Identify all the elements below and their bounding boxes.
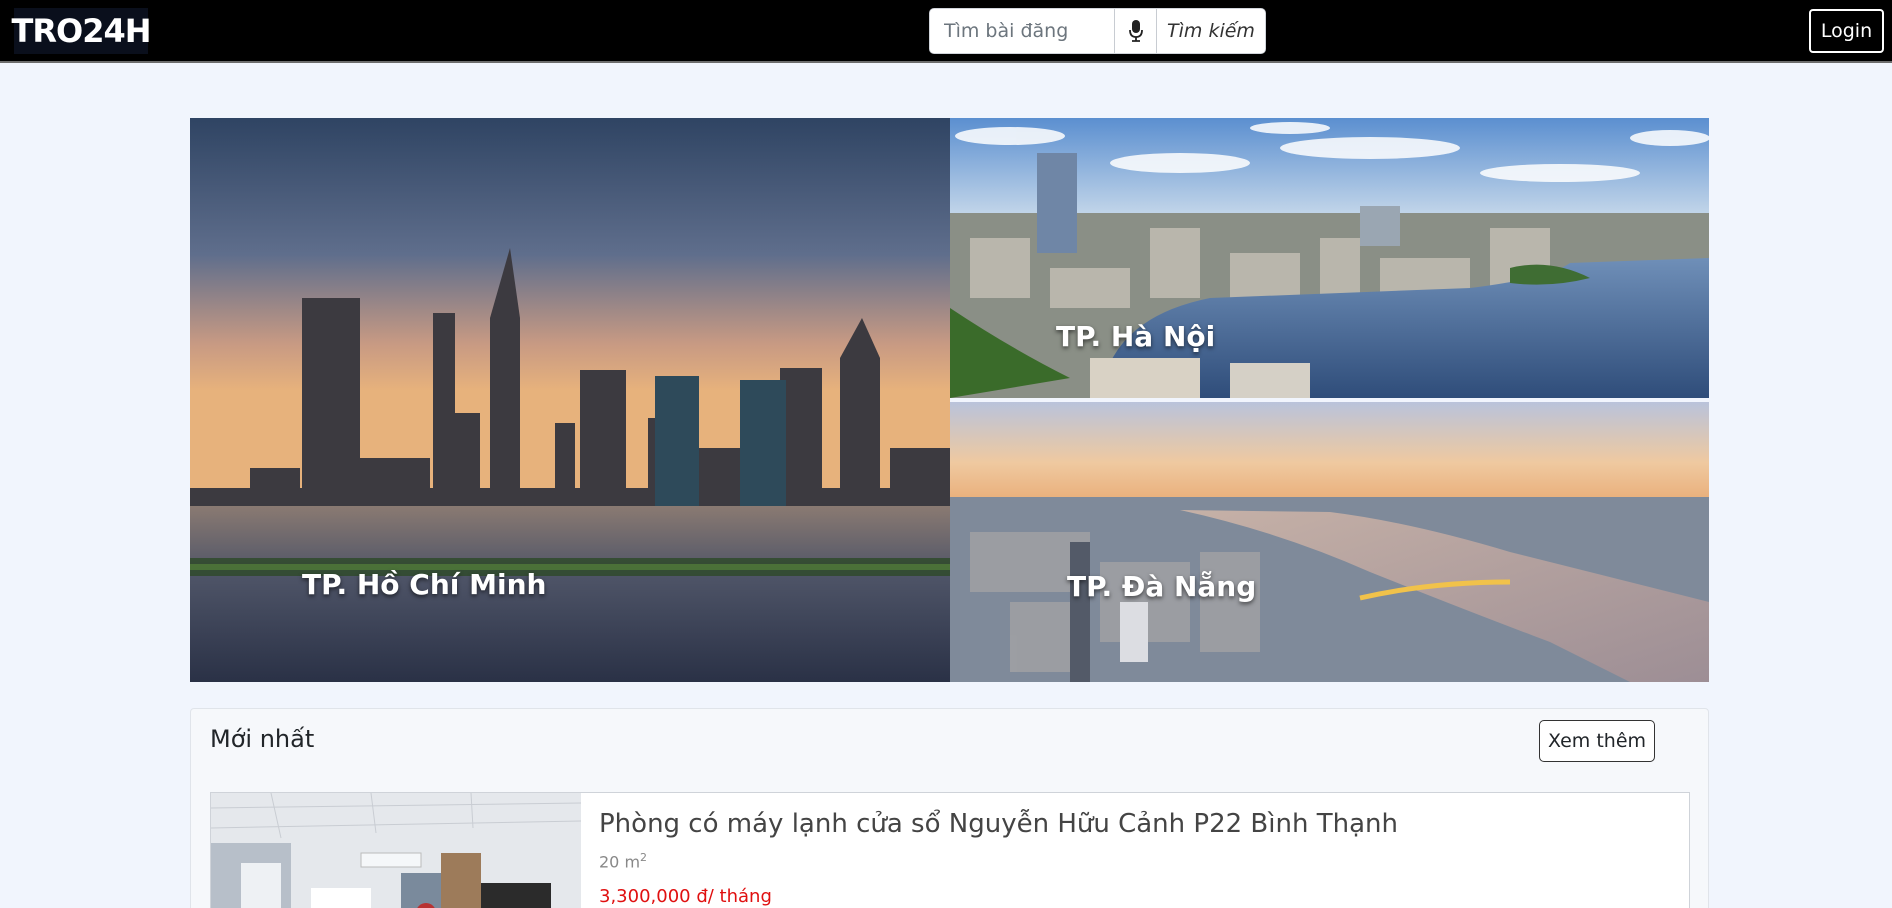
- da-nang-river-image: [950, 402, 1709, 682]
- city-card-ha-noi[interactable]: TP. Hà Nội: [950, 118, 1709, 398]
- logo-text: TRO24H: [11, 12, 152, 50]
- city-label-ho-chi-minh: TP. Hồ Chí Minh: [302, 568, 547, 601]
- login-button[interactable]: Login: [1809, 9, 1884, 53]
- listing-thumbnail[interactable]: [211, 793, 581, 908]
- listing-price: 3,300,000 đ/ tháng: [599, 886, 772, 907]
- listing-area-value: 20 m: [599, 852, 641, 872]
- listing-area-unit-sup: 2: [640, 851, 648, 864]
- city-label-da-nang: TP. Đà Nẵng: [1067, 570, 1257, 603]
- search-button[interactable]: Tìm kiếm: [1157, 9, 1265, 53]
- ha-noi-lake-image: [950, 118, 1709, 398]
- room-photo-image: [211, 793, 581, 908]
- city-card-da-nang[interactable]: TP. Đà Nẵng: [950, 402, 1709, 682]
- microphone-icon[interactable]: [1115, 9, 1157, 53]
- search-bar: Tìm kiếm: [929, 8, 1266, 54]
- listing-title[interactable]: Phòng có máy lạnh cửa sổ Nguyễn Hữu Cảnh…: [599, 809, 1398, 839]
- see-more-button[interactable]: Xem thêm: [1539, 720, 1655, 762]
- search-input[interactable]: [930, 9, 1115, 53]
- city-label-ha-noi: TP. Hà Nội: [1056, 320, 1216, 353]
- city-card-ho-chi-minh[interactable]: TP. Hồ Chí Minh: [190, 118, 950, 682]
- site-logo[interactable]: TRO24H: [11, 8, 152, 54]
- section-title: Mới nhất: [210, 725, 315, 753]
- newest-listings-panel: Mới nhất Xem thêm Phòng có máy lạnh cửa …: [190, 708, 1709, 908]
- listing-card[interactable]: Phòng có máy lạnh cửa sổ Nguyễn Hữu Cảnh…: [210, 792, 1690, 908]
- city-grid: TP. Hồ Chí Minh TP. Hà Nội TP. Đà Nẵng: [190, 118, 1709, 682]
- listing-area: 20 m2: [599, 851, 647, 871]
- top-navbar: TRO24H Tìm kiếm Login: [0, 0, 1892, 63]
